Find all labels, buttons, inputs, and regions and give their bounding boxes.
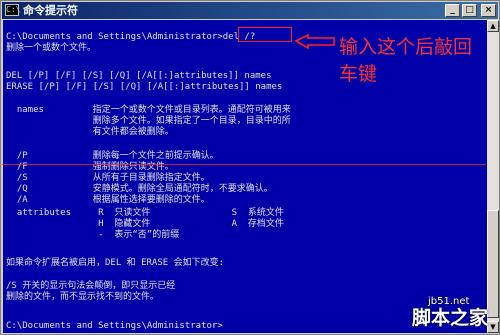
console-line: DEL [/P] [/F] [/S] [/Q] [/A[[:]attribute…	[6, 71, 272, 81]
cmd-app-icon[interactable]: C:\	[5, 4, 20, 16]
console-line: /S 从所有子目录删除指定文件。	[6, 173, 210, 183]
console-line: 删除多个文件。如果指定了一个目录，目录中的所	[6, 116, 291, 126]
console-line: 有文件都会被删除。	[6, 127, 174, 137]
title-bar[interactable]: C:\ 命令提示符 _ □ ×	[2, 2, 498, 19]
close-button[interactable]: ×	[481, 4, 496, 17]
console-line: /Q 安静模式。删除全局通配符时，不要求确认。	[6, 184, 273, 194]
console-line: attributes R 只读文件 S 系统文件	[6, 208, 284, 218]
console-line-prompt-del: C:\Documents and Settings\Administrator>…	[6, 32, 256, 42]
console-line: 删除一个或数个文件。	[6, 43, 97, 53]
scrollbar-thumb[interactable]	[487, 210, 499, 318]
console-line: ERASE [/P] [/F] [/S] [/Q] [/A[[:]attribu…	[6, 82, 283, 92]
window-title: 命令提示符	[23, 4, 78, 17]
console-line: /S 开关的显示句法会颠倒，即只显示已经	[6, 281, 176, 291]
annotation-text: 输入这个后敲回车键	[339, 36, 473, 85]
console-line-prompt: C:\Documents and Settings\Administrator>	[6, 321, 223, 331]
console-line: - 表示“否”的前缀	[6, 230, 180, 240]
vertical-scrollbar[interactable]: ▲ ▼	[487, 20, 499, 333]
title-bar-buttons: _ □ ×	[445, 4, 496, 17]
watermark-name: 脚本之家	[412, 307, 489, 329]
maximize-button[interactable]: □	[462, 4, 477, 17]
arrow-left-icon	[294, 34, 335, 50]
console-line: 删除的文件，而不显示找不到的文件。	[6, 292, 160, 302]
console-line: /A 根据属性选择要删除的文件。	[6, 195, 210, 205]
command-highlight-box	[238, 27, 292, 42]
console-line: /P 删除每一个文件之前提示确认。	[6, 151, 219, 161]
console-line: H 隐藏文件 A 存档文件	[6, 219, 284, 229]
console-line: names 指定一个或数个文件或目录列表。通配符可被用来	[6, 105, 291, 115]
console-line: 如果命令扩展名被启用，DEL 和 ERASE 会如下改变:	[6, 258, 225, 268]
scroll-up-button[interactable]: ▲	[487, 20, 499, 32]
red-divider-line	[2, 164, 486, 165]
minimize-button[interactable]: _	[445, 4, 460, 17]
scroll-down-button[interactable]: ▼	[487, 321, 499, 333]
